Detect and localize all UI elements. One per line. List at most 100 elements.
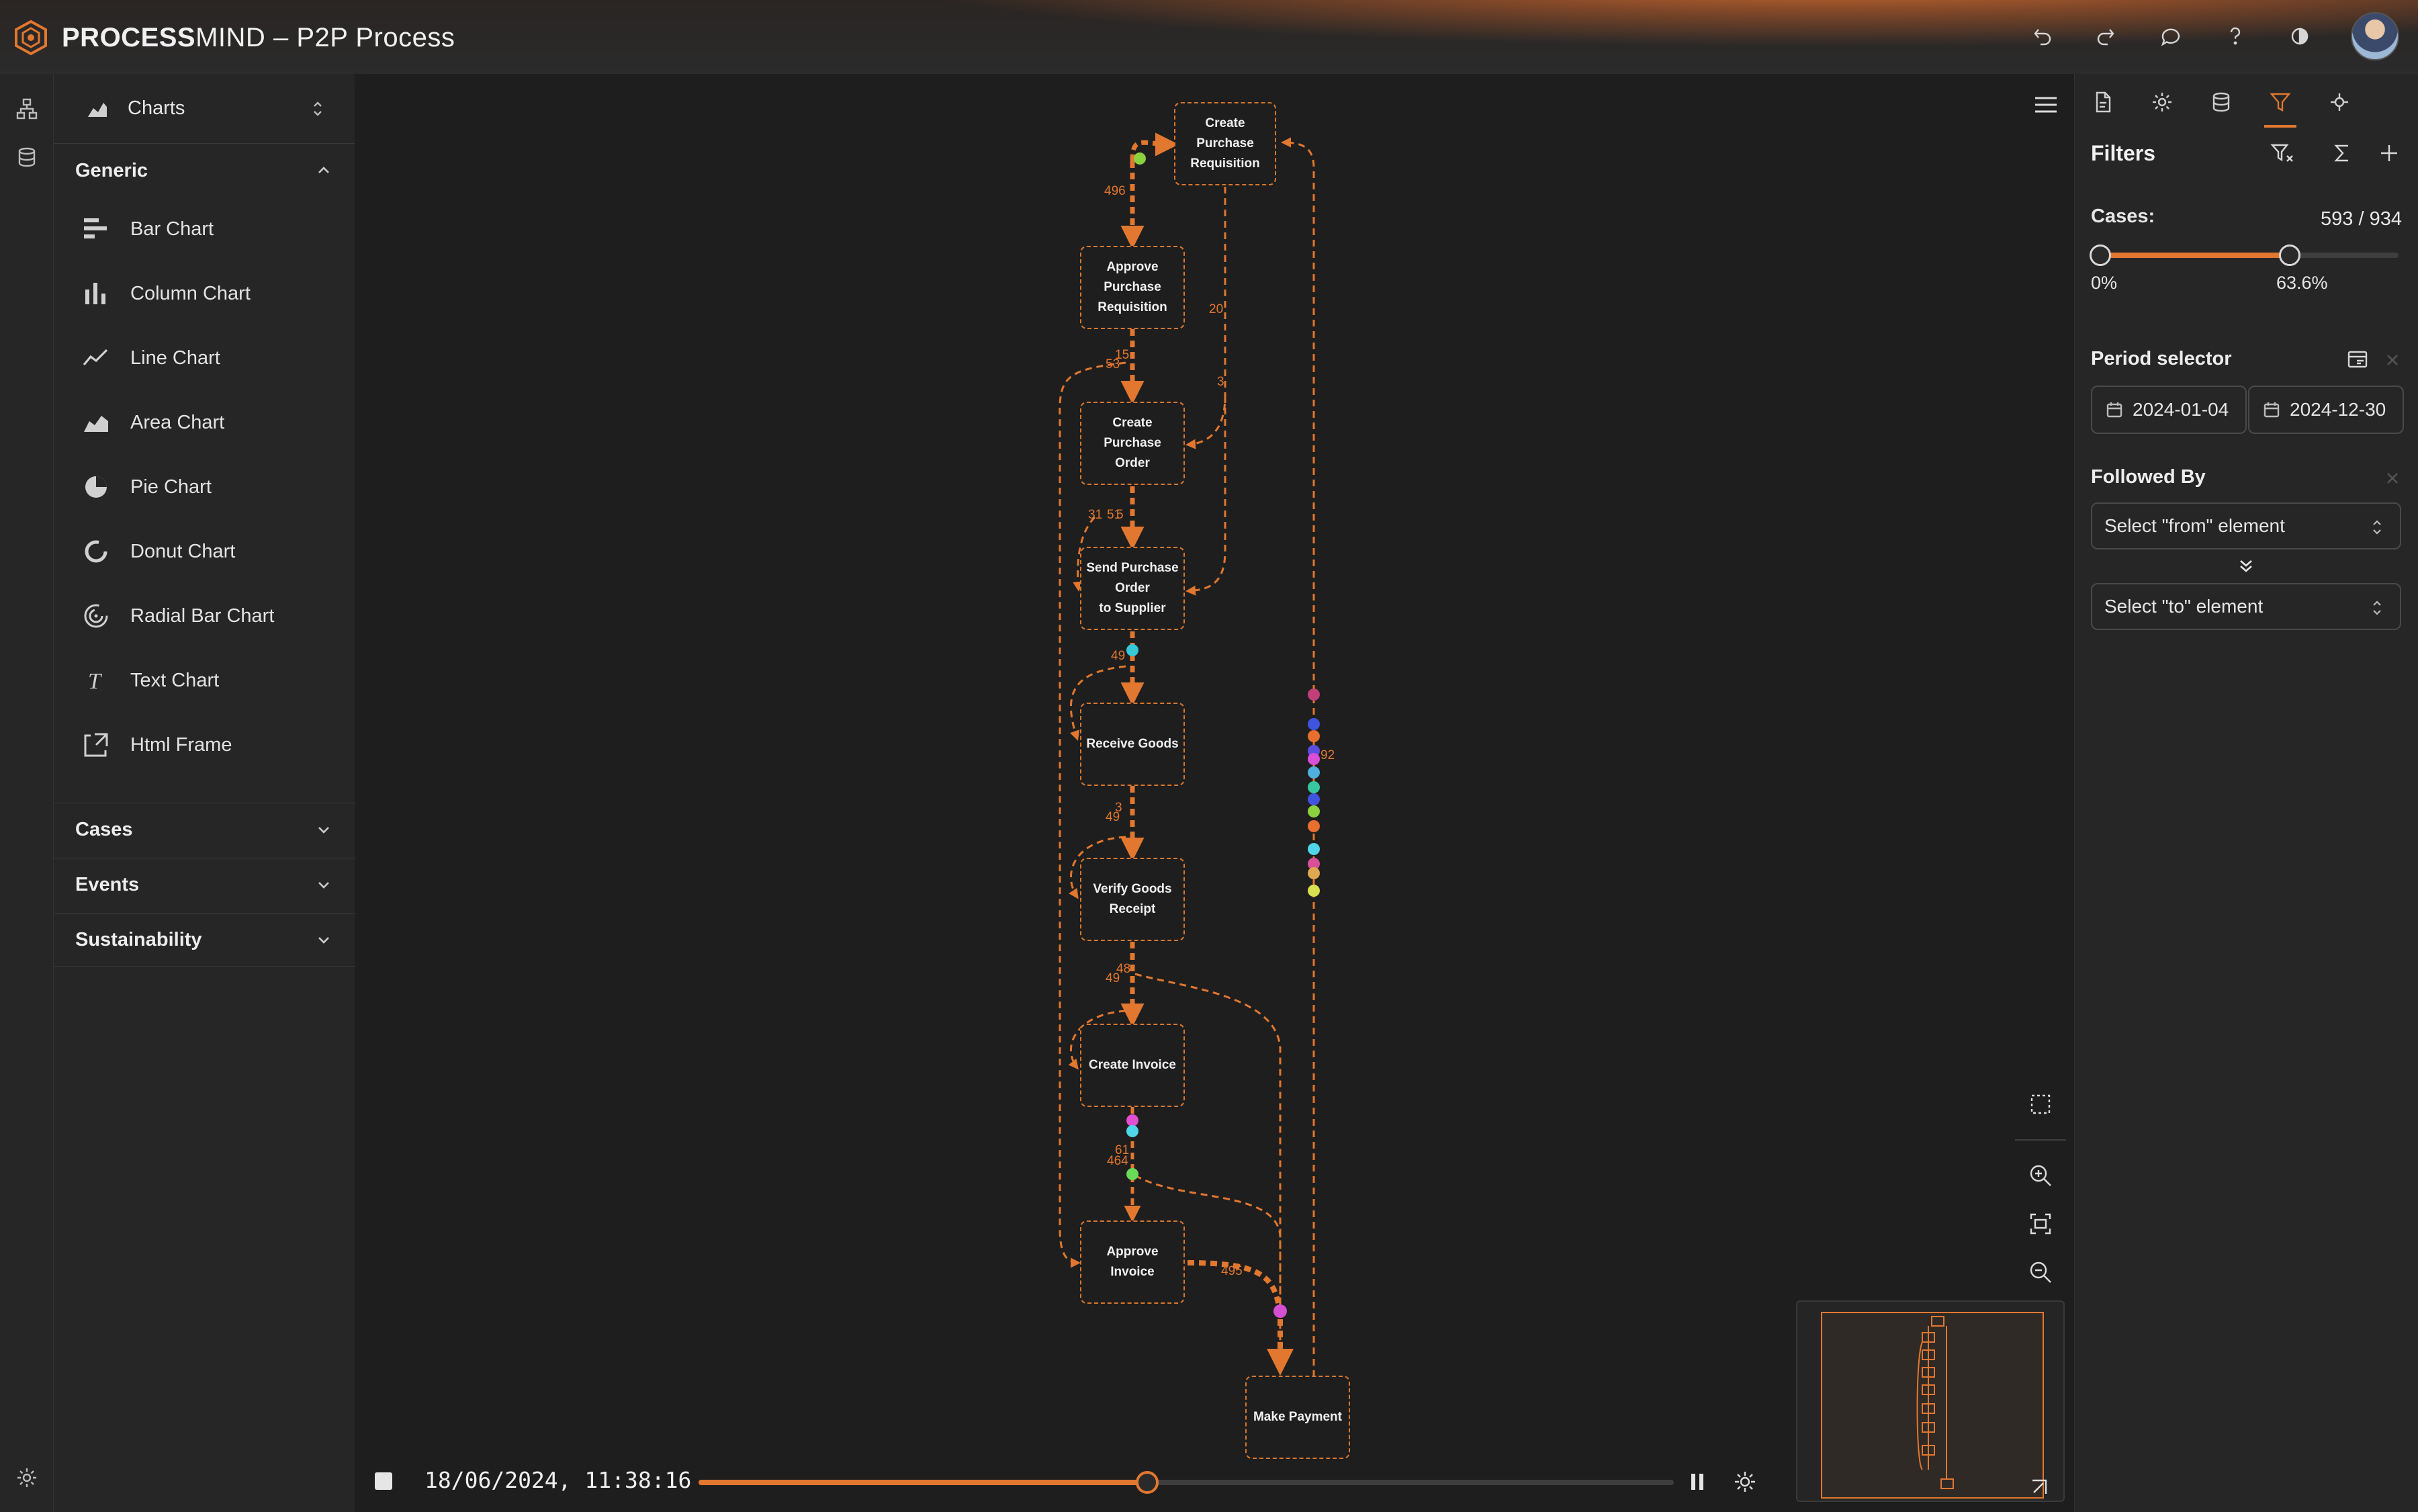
text-chart-icon: T [79, 664, 113, 697]
processmind-logo [15, 19, 47, 56]
node-receive-goods[interactable]: Receive Goods [1080, 703, 1185, 786]
section-sustainability-label: Sustainability [75, 928, 202, 950]
replay-timestamp: 18/06/2024, 11:38:16 [424, 1467, 692, 1493]
chart-item-area-chart[interactable]: Area Chart [79, 392, 348, 453]
chart-item-label: Radial Bar Chart [130, 605, 275, 627]
minimap[interactable] [1796, 1300, 2065, 1502]
theme-toggle-icon[interactable] [2286, 23, 2313, 50]
filters-title: Filters [2091, 141, 2156, 165]
chart-item-label: Text Chart [130, 669, 220, 691]
chevron-up-icon [318, 167, 329, 173]
document-tab-icon[interactable] [2087, 86, 2119, 118]
followed-by-label: Followed By [2091, 466, 2206, 488]
section-events[interactable]: Events [54, 858, 355, 911]
clear-filters-icon[interactable] [2270, 141, 2296, 168]
chart-item-donut-chart[interactable]: Donut Chart [79, 521, 348, 582]
settings-icon[interactable] [13, 1464, 40, 1491]
replay-progress-fill [699, 1480, 1147, 1485]
sigma-icon[interactable] [2330, 141, 2357, 168]
chart-item-text-chart[interactable]: T Text Chart [79, 650, 348, 711]
section-generic[interactable]: Generic [54, 144, 355, 197]
undo-icon[interactable] [2028, 23, 2055, 50]
zoom-in-icon[interactable] [2024, 1159, 2057, 1192]
cases-range-slider[interactable] [2090, 244, 2399, 266]
section-events-label: Events [75, 874, 140, 895]
chart-item-pie-chart[interactable]: Pie Chart [79, 457, 348, 517]
stop-button[interactable] [375, 1472, 392, 1490]
cases-min-percent: 0% [2091, 273, 2118, 293]
node-create-invoice[interactable]: Create Invoice [1080, 1024, 1185, 1107]
database-icon[interactable] [13, 144, 40, 171]
chart-item-label: Line Chart [130, 347, 220, 369]
double-chevron-down-icon [2240, 560, 2252, 572]
replay-settings-icon[interactable] [1732, 1468, 1758, 1495]
chart-item-bar-chart[interactable]: Bar Chart [79, 199, 348, 259]
remove-period-icon[interactable] [2384, 351, 2401, 369]
replay-player: 18/06/2024, 11:38:16 [355, 1458, 1785, 1505]
chevron-down-icon [318, 882, 329, 889]
left-rail [0, 74, 54, 1512]
process-map-canvas[interactable] [355, 74, 2074, 1512]
node-verify-goods-receipt[interactable]: Verify Goods Receipt [1080, 858, 1185, 941]
top-bar: PROCESSMIND – P2P Process [0, 0, 2418, 74]
user-avatar[interactable] [2351, 12, 2399, 60]
chart-item-label: Bar Chart [130, 218, 214, 240]
cases-range-max-handle[interactable] [2279, 244, 2300, 266]
chevron-up-down-icon [2373, 520, 2381, 535]
replay-scrubber-handle[interactable] [1136, 1471, 1159, 1494]
donut-chart-icon [79, 535, 113, 568]
cases-label: Cases: [2091, 206, 2155, 227]
cases-range-min-handle[interactable] [2090, 244, 2111, 266]
minimap-preview [1821, 1312, 2047, 1499]
pause-icon[interactable] [1687, 1471, 1707, 1493]
node-create-purchase-requisition[interactable]: Create Purchase Requisition [1174, 102, 1276, 185]
panel-type-selector[interactable]: Charts [54, 74, 355, 144]
section-cases[interactable]: Cases [54, 803, 355, 856]
date-from-input[interactable]: 2024-01-04 [2091, 386, 2247, 434]
calendar-icon [2106, 402, 2122, 418]
chart-item-label: Column Chart [130, 282, 251, 304]
settings-tab-icon[interactable] [2146, 86, 2178, 118]
selection-tool-icon[interactable] [2024, 1088, 2057, 1120]
section-sustainability[interactable]: Sustainability [54, 913, 355, 967]
chart-item-radial-bar-chart[interactable]: Radial Bar Chart [79, 586, 348, 646]
bar-chart-icon [79, 212, 113, 246]
canvas-menu-icon[interactable] [2031, 93, 2061, 117]
data-tab-icon[interactable] [2205, 86, 2237, 118]
chart-item-line-chart[interactable]: Line Chart [79, 328, 348, 388]
pie-chart-icon [79, 470, 113, 504]
right-panel-tabs [2075, 74, 2418, 128]
redo-icon[interactable] [2093, 23, 2120, 50]
section-generic-label: Generic [75, 159, 148, 181]
node-send-purchase-order[interactable]: Send Purchase Order to Supplier [1080, 547, 1185, 630]
zoom-out-icon[interactable] [2024, 1256, 2057, 1288]
fit-view-icon[interactable] [2024, 1208, 2057, 1240]
comment-icon[interactable] [2157, 23, 2184, 50]
date-to-input[interactable]: 2024-12-30 [2248, 386, 2404, 434]
to-element-select[interactable]: Select "to" element [2091, 583, 2401, 630]
add-filter-icon[interactable] [2377, 141, 2404, 168]
node-create-purchase-order[interactable]: Create Purchase Order [1080, 402, 1185, 485]
column-chart-icon [79, 277, 113, 310]
node-approve-invoice[interactable]: Approve Invoice [1080, 1220, 1185, 1304]
from-element-select[interactable]: Select "from" element [2091, 502, 2401, 549]
date-from-value: 2024-01-04 [2133, 399, 2229, 420]
filter-tab-icon[interactable] [2264, 86, 2296, 118]
calendar-settings-icon[interactable] [2346, 348, 2369, 371]
chart-item-label: Html Frame [130, 733, 232, 756]
help-icon[interactable] [2222, 23, 2249, 50]
line-chart-icon [79, 341, 113, 375]
chart-item-html-frame[interactable]: Html Frame [79, 715, 348, 775]
chart-item-column-chart[interactable]: Column Chart [79, 263, 348, 324]
replay-timeline[interactable] [699, 1471, 1674, 1494]
node-approve-purchase-requisition[interactable]: Approve Purchase Requisition [1080, 246, 1185, 329]
from-element-placeholder: Select "from" element [2104, 515, 2285, 536]
html-frame-icon [79, 728, 113, 762]
calendar-icon [2264, 402, 2280, 418]
node-make-payment[interactable]: Make Payment [1245, 1376, 1350, 1459]
period-selector-label: Period selector [2091, 348, 2232, 369]
ai-tab-icon[interactable] [2323, 86, 2356, 118]
remove-followed-by-icon[interactable] [2384, 470, 2401, 487]
process-map-icon[interactable] [13, 95, 40, 122]
chart-item-label: Donut Chart [130, 540, 236, 562]
